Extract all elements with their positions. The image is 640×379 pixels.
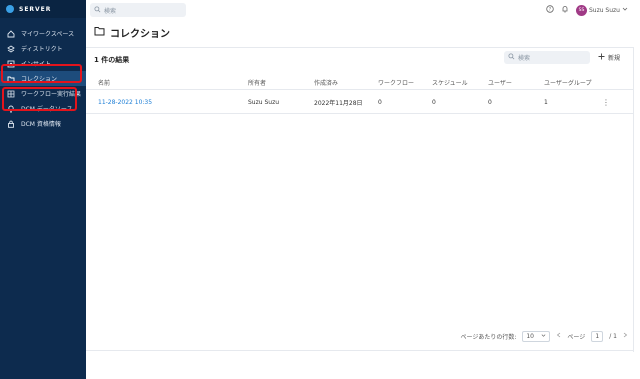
bell-icon[interactable] xyxy=(561,5,569,15)
topbar: 検索 ? SS Suzu Suzu xyxy=(86,0,640,20)
table-row[interactable]: 11-28-2022 10:35 Suzu Suzu 2022年11月28日 0… xyxy=(86,91,634,114)
footer-divider xyxy=(86,350,634,351)
rows-per-page-label: ページあたりの行数: xyxy=(460,333,517,341)
highlight-box-collection-row xyxy=(2,87,77,111)
plus-icon xyxy=(598,53,605,62)
sidebar-item-dcm-credentials[interactable]: DCM 資格情報 xyxy=(0,116,86,131)
cell-schedules: 0 xyxy=(432,99,436,106)
results-count: 1 件の結果 xyxy=(94,56,130,64)
sidebar-item-label: DCM 資格情報 xyxy=(21,121,61,128)
prev-page-icon[interactable] xyxy=(556,332,561,340)
avatar: SS xyxy=(575,4,587,16)
search-icon xyxy=(508,53,515,62)
pagination: ページあたりの行数: 10 ページ 1 / 1 xyxy=(460,330,628,342)
table-header: 名前 所有者 作成済み ワークフロー スケジュール ユーザー ユーザーグループ xyxy=(86,74,634,90)
collections-panel: 1 件の結果 検索 新規 名前 所有者 作成済み ワークフロー スケジュール ユ… xyxy=(86,47,634,352)
folder-icon xyxy=(94,26,105,39)
global-search-placeholder: 検索 xyxy=(104,7,117,15)
rows-per-page-select[interactable]: 10 xyxy=(522,330,551,342)
cell-users: 0 xyxy=(488,99,492,106)
filter-search-placeholder: 検索 xyxy=(518,55,531,62)
search-icon xyxy=(94,5,101,15)
highlight-box-collection xyxy=(1,64,82,83)
rows-per-page-value: 10 xyxy=(526,332,534,340)
sidebar: SERVER マイワークスペース ディストリクト インサイト コレクション ワー… xyxy=(0,0,86,379)
district-icon xyxy=(7,44,15,53)
global-search-input[interactable]: 検索 xyxy=(90,3,186,17)
cell-workflows: 0 xyxy=(378,99,382,106)
new-collection-button[interactable]: 新規 xyxy=(598,53,620,62)
sidebar-item-my-workspace[interactable]: マイワークスペース xyxy=(0,26,86,41)
main-content: コレクション 1 件の結果 検索 新規 名前 所有者 作成済み ワークフロー ス… xyxy=(86,20,640,379)
column-header-name[interactable]: 名前 xyxy=(98,74,110,90)
column-header-owner[interactable]: 所有者 xyxy=(248,74,266,90)
brand[interactable]: SERVER xyxy=(0,0,86,18)
column-header-users[interactable]: ユーザー xyxy=(488,74,512,90)
cell-created: 2022年11月28日 xyxy=(314,100,363,107)
column-header-schedules[interactable]: スケジュール xyxy=(432,74,468,90)
home-icon xyxy=(7,29,15,38)
more-options-icon[interactable]: ⋮ xyxy=(602,91,610,114)
sidebar-item-label: マイワークスペース xyxy=(21,31,75,38)
topbar-actions: ? SS Suzu Suzu xyxy=(546,4,628,16)
page-title-text: コレクション xyxy=(110,29,170,40)
help-icon[interactable]: ? xyxy=(546,5,554,15)
brand-name: SERVER xyxy=(19,5,52,13)
lock-icon xyxy=(7,120,15,128)
sidebar-item-district[interactable]: ディストリクト xyxy=(0,41,86,56)
cell-owner: Suzu Suzu xyxy=(248,99,280,106)
chevron-down-icon xyxy=(622,6,628,14)
sidebar-item-label: ディストリクト xyxy=(21,46,63,53)
cell-usergroups: 1 xyxy=(544,99,548,106)
page-title: コレクション xyxy=(94,25,170,40)
page-number-input[interactable]: 1 xyxy=(591,330,604,342)
next-page-icon[interactable] xyxy=(623,332,628,340)
user-menu[interactable]: SS Suzu Suzu xyxy=(575,4,628,16)
column-header-usergroups[interactable]: ユーザーグループ xyxy=(544,74,592,90)
brand-logo-icon xyxy=(6,5,14,13)
column-header-workflows[interactable]: ワークフロー xyxy=(378,74,414,90)
collection-name-link[interactable]: 11-28-2022 10:35 xyxy=(98,91,152,114)
page-total: / 1 xyxy=(609,332,617,340)
page-label: ページ xyxy=(567,333,586,341)
user-name: Suzu Suzu xyxy=(588,6,620,14)
column-header-created[interactable]: 作成済み xyxy=(314,74,338,90)
filter-search-input[interactable]: 検索 xyxy=(504,51,590,64)
new-button-label: 新規 xyxy=(608,55,621,62)
chevron-down-icon xyxy=(541,333,546,340)
